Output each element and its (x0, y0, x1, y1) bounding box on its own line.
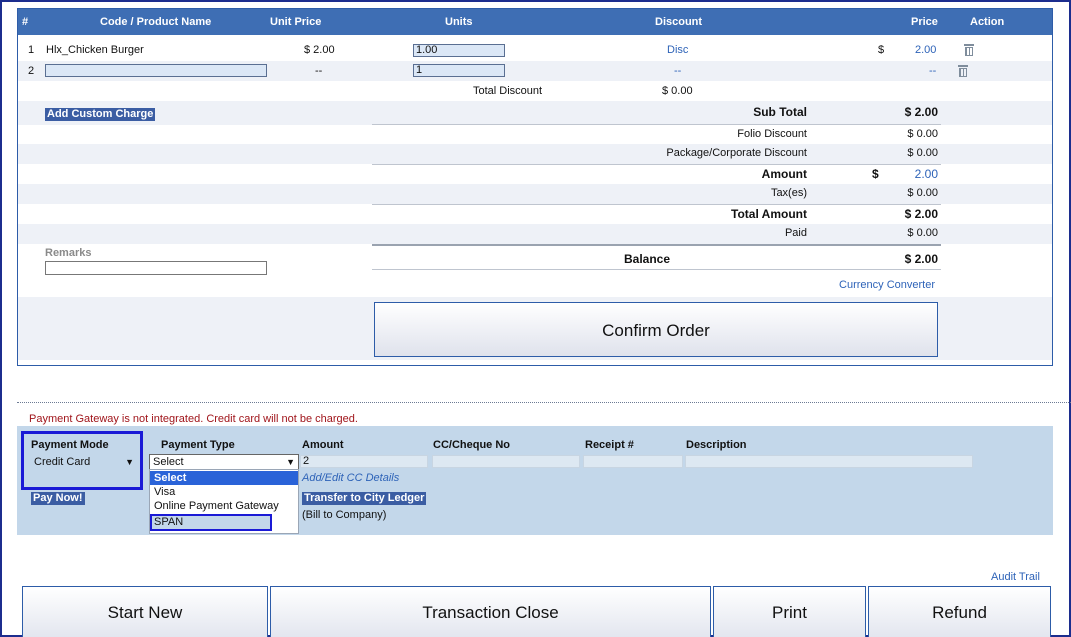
sub-total-value: $ 2.00 (904, 105, 938, 119)
balance-label: Balance (624, 252, 671, 266)
payment-type-select[interactable]: Select ▼ (149, 454, 299, 470)
dropdown-option-visa[interactable]: Visa (150, 485, 298, 499)
sub-total-label: Sub Total (753, 105, 807, 119)
discount-link[interactable]: -- (674, 65, 681, 77)
amount-currency: $ (872, 167, 879, 181)
row-number: 2 (28, 65, 35, 77)
balance-value: $ 2.00 (904, 252, 938, 266)
unit-price: -- (315, 65, 323, 77)
dropdown-option-select[interactable]: Select (150, 471, 298, 485)
units-input[interactable]: 1 (413, 64, 505, 77)
folio-discount-label: Folio Discount (737, 128, 807, 140)
col-header-units: Units (445, 16, 473, 28)
description-header: Description (686, 439, 747, 451)
confirm-order-button[interactable]: Confirm Order (374, 302, 938, 357)
refund-button[interactable]: Refund (868, 586, 1051, 637)
payment-amount-input[interactable]: 2 (300, 455, 428, 468)
col-header-num: # (22, 16, 29, 28)
divider (372, 204, 941, 205)
taxes-label: Tax(es) (770, 187, 807, 199)
chevron-down-icon: ▼ (125, 457, 134, 467)
payment-type-dropdown: Select Visa Online Payment Gateway SPAN (149, 469, 299, 534)
payment-mode-value: Credit Card (34, 456, 91, 468)
table-row: 1 Hlx_Chicken Burger $ 2.00 1.00 Disc $ … (18, 41, 1052, 59)
payment-mode-header: Payment Mode (31, 439, 109, 451)
start-new-button[interactable]: Start New (22, 586, 268, 637)
summary-row-bg (18, 184, 1052, 204)
total-discount-value: $ 0.00 (662, 85, 693, 97)
col-header-unit-price: Unit Price (270, 16, 322, 28)
gateway-warning: Payment Gateway is not integrated. Credi… (29, 413, 358, 425)
amount-header: Amount (302, 439, 344, 451)
remarks-label: Remarks (45, 247, 92, 259)
trash-icon[interactable] (958, 65, 968, 77)
dropdown-option-span[interactable]: SPAN (150, 514, 272, 531)
divider (372, 269, 941, 270)
table-row: 2 -- 1 -- -- (18, 61, 1052, 81)
total-discount-label: Total Discount (473, 85, 543, 97)
amount-value: 2.00 (914, 167, 938, 181)
payment-type-value: Select (153, 456, 184, 468)
transfer-city-ledger-button[interactable]: Transfer to City Ledger (302, 492, 427, 505)
payment-mode-select[interactable]: Credit Card ▼ (31, 455, 137, 470)
summary-row-bg (18, 224, 1052, 244)
divider (372, 124, 941, 125)
summary-row-bg (18, 101, 1052, 125)
col-header-price: Price (911, 16, 938, 28)
price-value: 2.00 (915, 44, 937, 56)
payment-type-header: Payment Type (161, 439, 235, 451)
receipt-input[interactable] (583, 455, 683, 468)
col-header-action: Action (970, 16, 1005, 28)
section-divider (17, 402, 1071, 403)
transaction-close-button[interactable]: Transaction Close (270, 586, 711, 637)
summary-row-bg (18, 144, 1052, 164)
col-header-discount: Discount (655, 16, 703, 28)
receipt-header: Receipt # (585, 439, 634, 451)
col-header-product: Code / Product Name (100, 16, 212, 28)
add-custom-charge-button[interactable]: Add Custom Charge (45, 108, 156, 121)
print-button[interactable]: Print (713, 586, 866, 637)
chevron-down-icon: ▼ (286, 457, 295, 467)
total-amount-label: Total Amount (731, 207, 807, 221)
product-input[interactable] (45, 64, 267, 77)
trash-icon[interactable] (964, 44, 974, 56)
audit-trail-link[interactable]: Audit Trail (991, 571, 1040, 583)
currency-converter-link[interactable]: Currency Converter (839, 279, 935, 291)
amount-label: Amount (761, 167, 807, 181)
folio-discount-value: $ 0.00 (907, 128, 938, 140)
divider (372, 244, 941, 246)
taxes-value: $ 0.00 (907, 187, 938, 199)
pay-now-button[interactable]: Pay Now! (31, 492, 85, 505)
bill-to-company-label: (Bill to Company) (302, 509, 387, 521)
row-number: 1 (28, 44, 35, 56)
divider (372, 164, 941, 165)
price-value: -- (929, 65, 937, 77)
paid-label: Paid (784, 227, 807, 239)
cc-cheque-input[interactable] (432, 455, 580, 468)
dropdown-option-online-gateway[interactable]: Online Payment Gateway (150, 499, 298, 513)
description-input[interactable] (685, 455, 973, 468)
package-discount-value: $ 0.00 (907, 147, 938, 159)
product-name: Hlx_Chicken Burger (46, 44, 144, 56)
add-edit-cc-link[interactable]: Add/Edit CC Details (302, 472, 399, 484)
remarks-textarea[interactable] (45, 261, 267, 275)
order-panel: # Code / Product Name Unit Price Units D… (17, 8, 1053, 366)
units-input[interactable]: 1.00 (413, 44, 505, 57)
total-amount-value: $ 2.00 (904, 207, 938, 221)
package-discount-label: Package/Corporate Discount (666, 147, 807, 159)
discount-link[interactable]: Disc (667, 44, 688, 56)
cc-cheque-header: CC/Cheque No (433, 439, 510, 451)
table-header: # Code / Product Name Unit Price Units D… (18, 9, 1052, 35)
unit-price: $ 2.00 (304, 44, 335, 56)
price-currency: $ (878, 44, 885, 56)
paid-value: $ 0.00 (907, 227, 938, 239)
